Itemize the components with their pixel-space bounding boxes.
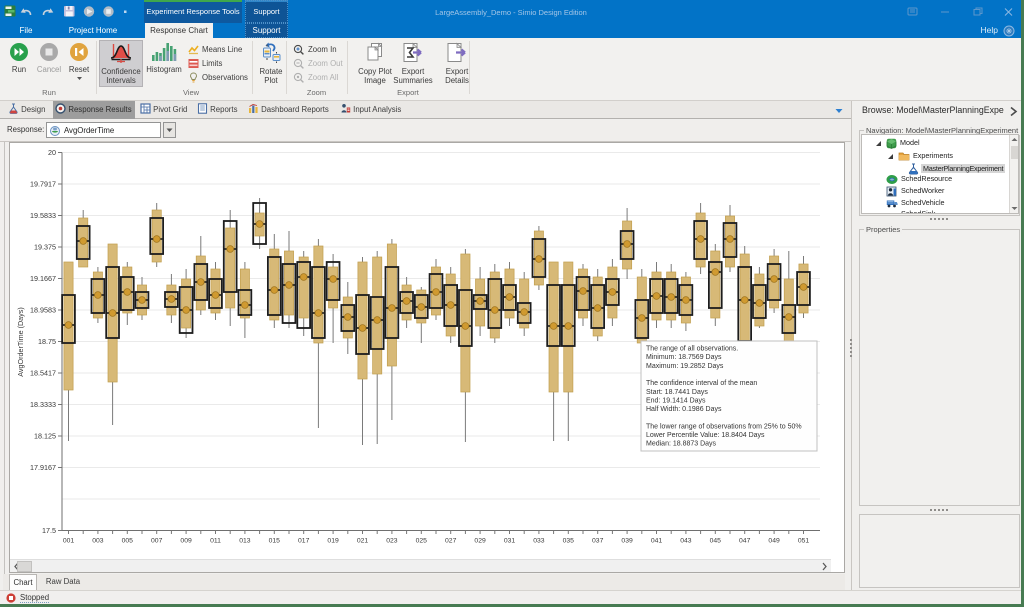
svg-text:18.5417: 18.5417 xyxy=(30,368,56,377)
svg-text:045: 045 xyxy=(710,538,722,545)
svg-text:The range of all observations.: The range of all observations. xyxy=(646,346,738,353)
svg-text:Half Width: 0.1986 Days: Half Width: 0.1986 Days xyxy=(646,406,722,413)
svg-text:Minimum: 18.7569 Days: Minimum: 18.7569 Days xyxy=(646,354,722,361)
svg-text:007: 007 xyxy=(151,538,163,545)
svg-text:001: 001 xyxy=(63,538,75,545)
svg-text:17.5: 17.5 xyxy=(42,526,56,535)
svg-text:033: 033 xyxy=(533,538,545,545)
svg-text:031: 031 xyxy=(504,538,516,545)
svg-text:025: 025 xyxy=(416,538,428,545)
svg-text:009: 009 xyxy=(180,538,192,545)
svg-text:19.5833: 19.5833 xyxy=(30,211,56,220)
svg-text:037: 037 xyxy=(592,538,604,545)
svg-text:049: 049 xyxy=(768,538,780,545)
svg-text:19.7917: 19.7917 xyxy=(30,179,56,188)
svg-text:20: 20 xyxy=(48,148,56,157)
svg-text:The lower range of observation: The lower range of observations from 25%… xyxy=(646,423,802,430)
svg-text:041: 041 xyxy=(651,538,663,545)
svg-text:Median: 18.8873 Days: Median: 18.8873 Days xyxy=(646,441,717,448)
svg-text:Start: 18.7441 Days: Start: 18.7441 Days xyxy=(646,389,708,396)
svg-text:039: 039 xyxy=(621,538,633,545)
svg-text:035: 035 xyxy=(563,538,575,545)
svg-text:013: 013 xyxy=(239,538,251,545)
svg-text:18.3333: 18.3333 xyxy=(30,400,56,409)
svg-text:019: 019 xyxy=(327,538,339,545)
svg-text:17.9167: 17.9167 xyxy=(30,463,56,472)
svg-text:023: 023 xyxy=(386,538,398,545)
svg-text:18.9583: 18.9583 xyxy=(30,305,56,314)
svg-text:005: 005 xyxy=(122,538,134,545)
svg-text:029: 029 xyxy=(474,538,486,545)
svg-text:19.1667: 19.1667 xyxy=(30,274,56,283)
svg-text:003: 003 xyxy=(92,538,104,545)
svg-text:Maximum: 19.2852 Days: Maximum: 19.2852 Days xyxy=(646,363,724,370)
svg-text:The confidence interval of the: The confidence interval of the mean xyxy=(646,380,757,387)
svg-text:043: 043 xyxy=(680,538,692,545)
svg-text:18.75: 18.75 xyxy=(38,337,56,346)
svg-text:19.375: 19.375 xyxy=(34,242,56,251)
svg-text:017: 017 xyxy=(298,538,310,545)
svg-text:021: 021 xyxy=(357,538,369,545)
svg-text:18.125: 18.125 xyxy=(34,431,56,440)
svg-text:047: 047 xyxy=(739,538,751,545)
svg-text:Lower Percentile Value: 18.840: Lower Percentile Value: 18.8404 Days xyxy=(646,432,765,439)
svg-text:027: 027 xyxy=(445,538,457,545)
svg-text:011: 011 xyxy=(210,538,221,545)
svg-text:AvgOrderTime (Days): AvgOrderTime (Days) xyxy=(16,307,25,377)
svg-text:015: 015 xyxy=(269,538,281,545)
svg-text:051: 051 xyxy=(798,538,810,545)
svg-text:End: 19.1414 Days: End: 19.1414 Days xyxy=(646,397,706,404)
